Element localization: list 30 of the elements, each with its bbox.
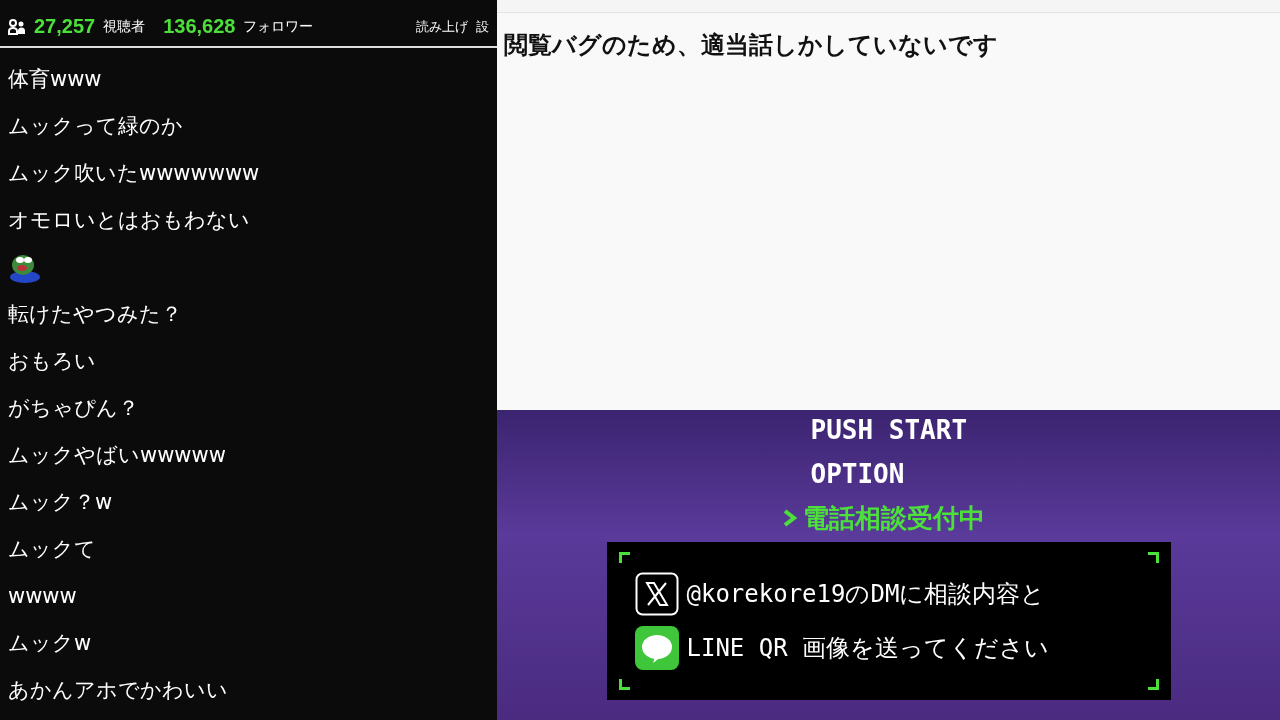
viewer-label: 視聴者 — [103, 18, 146, 36]
follower-count: 136,628 — [163, 15, 236, 38]
corner-bracket-icon — [618, 679, 630, 690]
chat-message: あかんアホでかわいい — [8, 676, 228, 704]
chat-message: ムックて — [8, 535, 96, 563]
users-icon — [8, 19, 26, 35]
chat-message: ムックって緑のか — [8, 112, 183, 140]
chat-bubble-icon — [634, 626, 679, 670]
corner-bracket-icon — [1147, 679, 1159, 690]
chevron-icon — [782, 509, 797, 527]
chat-message: ムック？w — [8, 488, 113, 516]
corner-bracket-icon — [618, 552, 630, 563]
toolbar-button[interactable]: 設 — [476, 18, 489, 36]
note-text: 閲覧バグのため、適当話しかしていないです — [503, 30, 999, 61]
toolbar-button[interactable]: 読み上げ — [416, 18, 468, 36]
chat-message: ムックやばいwwwww — [8, 441, 226, 469]
viewer-count: 27,257 — [34, 15, 96, 38]
x-logo-icon — [634, 572, 679, 616]
contact-text: LINE QR 画像を送ってください — [686, 633, 1050, 664]
chat-message: がちゃぴん？ — [8, 394, 139, 422]
chat-message: オモロいとはおもわない — [8, 206, 250, 234]
chat-message: ムック吹いたwwwwwww — [8, 159, 260, 187]
chat-message: おもろい — [8, 347, 96, 375]
chat-message: wwww — [8, 583, 77, 608]
chat-message: 転けたやつみた？ — [8, 300, 182, 328]
follower-label: フォロワー — [243, 18, 314, 36]
chat-message: ムックw — [8, 629, 92, 657]
contact-text: @korekore19のDMに相談内容と — [686, 579, 1046, 610]
corner-bracket-icon — [1147, 552, 1159, 563]
chat-message: 体育www — [8, 65, 102, 93]
